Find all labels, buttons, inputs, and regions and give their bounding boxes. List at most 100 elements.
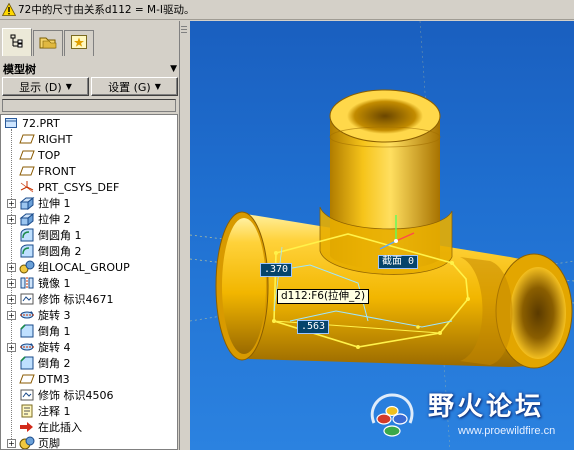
round-icon — [19, 228, 35, 242]
chevron-down-icon: ▼ — [65, 82, 72, 91]
tree-node[interactable]: FRONT — [3, 163, 175, 179]
tree-node-label: 72.PRT — [22, 116, 60, 130]
tree-node-label: FRONT — [38, 164, 76, 178]
tree-node[interactable]: + 镜像 1 — [3, 275, 175, 291]
tree-node-label: 倒角 1 — [38, 325, 71, 338]
tree-node[interactable]: 倒角 1 — [3, 323, 175, 339]
dimension-tooltip: d112:F6(拉伸_2) — [277, 289, 370, 304]
chevron-down-icon: ▼ — [154, 82, 161, 91]
tree-node[interactable]: 72.PRT — [3, 115, 175, 131]
tree-node-label: 镜像 1 — [38, 277, 71, 290]
tree-node-label: 倒圆角 1 — [38, 229, 82, 242]
message-text: 72中的尺寸由关系d112 = M-I驱动。 — [18, 4, 195, 16]
tree-node-label: 修饰 标识4506 — [38, 389, 114, 402]
message-bar: 72中的尺寸由关系d112 = M-I驱动。 — [0, 0, 574, 20]
insert-here-icon — [19, 420, 35, 434]
tree-node[interactable]: 修饰 标识4506 — [3, 387, 175, 403]
dimension-section[interactable]: 截面 0 — [378, 255, 419, 269]
expand-toggle-icon[interactable]: + — [7, 342, 16, 352]
note-icon — [19, 404, 35, 418]
tree-node[interactable]: + 拉伸 1 — [3, 195, 175, 211]
settings-button-label: 设置 (G) — [108, 80, 151, 94]
model-tree-icon — [9, 33, 25, 52]
tree-node[interactable]: 倒圆角 1 — [3, 227, 175, 243]
tree-node-label: 倒圆角 2 — [38, 245, 82, 258]
model-tree[interactable]: 72.PRT RIGHT TOP FRONT PRT_CSYS_DEF + 拉伸 1 + 拉伸 … — [0, 114, 178, 450]
datum-plane-icon — [19, 148, 35, 162]
dimension-370[interactable]: .370 — [260, 263, 293, 277]
tree-node[interactable]: 倒圆角 2 — [3, 243, 175, 259]
forum-watermark: 野火论坛 www.proewildfire.cn — [362, 383, 574, 450]
tree-node[interactable]: 注释 1 — [3, 403, 175, 419]
settings-button[interactable]: 设置 (G) ▼ — [91, 77, 178, 96]
expand-toggle-icon[interactable]: + — [7, 294, 16, 304]
tree-node-label: 倒角 2 — [38, 357, 71, 370]
expand-toggle-icon[interactable]: + — [7, 198, 16, 208]
warning-icon — [2, 3, 16, 16]
tree-node[interactable]: + 组LOCAL_GROUP — [3, 259, 175, 275]
expand-toggle-icon[interactable]: + — [7, 310, 16, 320]
tree-node-label: 在此插入 — [38, 421, 82, 434]
tree-node[interactable]: + 旋转 4 — [3, 339, 175, 355]
tree-node-label: 旋转 3 — [38, 309, 71, 322]
tree-button-row: 显示 (D) ▼ 设置 (G) ▼ — [2, 77, 178, 97]
expand-toggle-icon[interactable]: + — [7, 214, 16, 224]
extrude-icon — [19, 212, 35, 226]
tree-node[interactable]: + 修饰 标识4671 — [3, 291, 175, 307]
favorites-icon — [70, 34, 88, 53]
tree-node[interactable]: + 旋转 3 — [3, 307, 175, 323]
group-icon — [19, 260, 35, 274]
tree-node[interactable]: RIGHT — [3, 131, 175, 147]
tree-node[interactable]: PRT_CSYS_DEF — [3, 179, 175, 195]
cosmetic-icon — [19, 388, 35, 402]
panel-menu-icon[interactable]: ▼ — [170, 64, 177, 74]
tree-node-label: 拉伸 1 — [38, 197, 71, 210]
tree-node-label: 旋转 4 — [38, 341, 71, 354]
display-button[interactable]: 显示 (D) ▼ — [2, 77, 89, 96]
tree-node[interactable]: + 页脚 — [3, 435, 175, 450]
watermark-url: www.proewildfire.cn — [458, 425, 556, 437]
tree-node-label: 修饰 标识4671 — [38, 293, 114, 306]
chamfer-icon — [19, 356, 35, 370]
revolve-icon — [19, 308, 35, 322]
panel-title: 模型树 — [3, 63, 36, 76]
expand-toggle-icon[interactable]: + — [7, 278, 16, 288]
tree-node-label: TOP — [38, 148, 61, 162]
tree-node-label: RIGHT — [38, 132, 73, 146]
datum-plane-icon — [19, 372, 35, 386]
folder-tab[interactable] — [33, 30, 63, 56]
tree-node-label: 拉伸 2 — [38, 213, 71, 226]
chamfer-icon — [19, 324, 35, 338]
tree-filter-bar[interactable] — [2, 99, 176, 112]
expand-toggle-icon[interactable]: + — [7, 438, 16, 448]
tree-node[interactable]: + 拉伸 2 — [3, 211, 175, 227]
navigator-panel: 模型树 ▼ 显示 (D) ▼ 设置 (G) ▼ 72.PRT RIGHT TOP FR… — [0, 21, 180, 450]
tree-node-label: DTM3 — [38, 372, 70, 386]
tree-node[interactable]: 在此插入 — [3, 419, 175, 435]
part-icon — [3, 116, 19, 130]
extrude-icon — [19, 196, 35, 210]
tree-node-label: 页脚 — [38, 437, 60, 450]
revolve-icon — [19, 340, 35, 354]
tree-node[interactable]: 倒角 2 — [3, 355, 175, 371]
navigator-tabs — [2, 28, 95, 58]
folder-icon — [39, 34, 57, 53]
display-button-label: 显示 (D) — [19, 80, 62, 94]
csys-icon — [19, 180, 35, 194]
expand-toggle-icon[interactable]: + — [7, 262, 16, 272]
round-icon — [19, 244, 35, 258]
footer-icon — [19, 436, 35, 449]
watermark-logo-icon — [370, 393, 414, 437]
cosmetic-icon — [19, 292, 35, 306]
tree-node-label: PRT_CSYS_DEF — [38, 180, 120, 194]
model-tree-tab[interactable] — [2, 28, 32, 56]
watermark-title: 野火论坛 — [428, 392, 545, 422]
tree-node-label: 注释 1 — [38, 405, 71, 418]
mirror-icon — [19, 276, 35, 290]
tree-node[interactable]: DTM3 — [3, 371, 175, 387]
favorites-tab[interactable] — [64, 30, 94, 56]
dimension-563[interactable]: .563 — [297, 320, 330, 334]
panel-splitter[interactable] — [181, 26, 187, 446]
model-tree-list: 72.PRT RIGHT TOP FRONT PRT_CSYS_DEF + 拉伸 1 + 拉伸 … — [3, 115, 175, 450]
tree-node[interactable]: TOP — [3, 147, 175, 163]
